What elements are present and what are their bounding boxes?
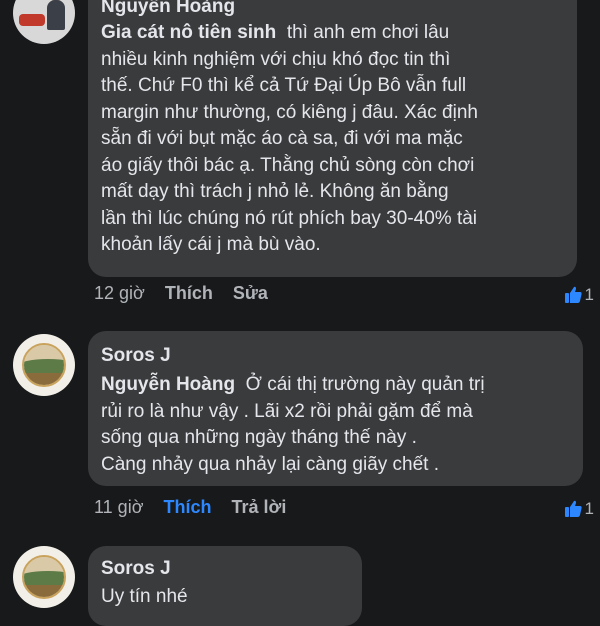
avatar[interactable]: [13, 546, 75, 608]
comment-time[interactable]: 11 giờ: [94, 497, 144, 518]
edit-button[interactable]: Sửa: [233, 283, 268, 304]
comment-actions: 12 giờ Thích Sửa: [94, 283, 288, 304]
like-count: 1: [584, 285, 594, 304]
comment-line: khoản lấy cái j mà bù vào.: [101, 234, 321, 255]
mention-link[interactable]: Nguyễn Hoàng: [101, 374, 235, 395]
thumbs-up-icon: [564, 286, 582, 303]
avatar-image: [22, 343, 66, 387]
comment-author[interactable]: Nguyễn Hoàng: [101, 0, 565, 20]
comment-line: sẵn đi với bụt mặc áo cà sa, đi với ma m…: [101, 128, 463, 149]
like-count: 1: [584, 499, 594, 518]
comment-line: sống qua những ngày tháng thế này .: [101, 427, 417, 448]
comment-line: nhiều kinh nghiệm với chịu khó đọc tin t…: [101, 48, 451, 70]
reply-button[interactable]: Trả lời: [232, 497, 287, 518]
comment-line: thế. Chứ F0 thì kể cả Tứ Đại Úp Bô vẫn f…: [101, 75, 467, 96]
avatar[interactable]: [13, 0, 75, 44]
comment-line: áo giấy thôi bác ạ. Thằng chủ sòng còn c…: [101, 154, 475, 176]
comment-author[interactable]: Soros J: [101, 556, 350, 582]
comment-time[interactable]: 12 giờ: [94, 283, 145, 304]
reaction-count[interactable]: 1: [563, 499, 594, 519]
person-image: [47, 0, 65, 30]
comment-line: margin như thường, có kiêng j đâu. Xác đ…: [101, 101, 478, 123]
comment-line: thì anh em chơi lâu: [286, 22, 450, 43]
car-image: [19, 14, 45, 26]
like-button[interactable]: Thích: [164, 497, 212, 518]
reaction-count[interactable]: 1: [563, 285, 594, 305]
thumbs-up-icon: [564, 500, 582, 517]
avatar-image: [22, 555, 66, 599]
mention-link[interactable]: Gia cát nô tiên sinh: [101, 22, 276, 43]
comment-bubble[interactable]: Soros J Nguyễn Hoàng Ở cái thị trường nà…: [88, 331, 583, 486]
comment-line: Càng nhảy qua nhảy lại càng giãy chết .: [101, 453, 440, 475]
comment-text: Nguyễn Hoàng Ở cái thị trường này quản t…: [101, 372, 571, 478]
comment-text: Uy tín nhé: [101, 584, 350, 611]
comment-actions: 11 giờ Thích Trả lời: [94, 497, 306, 518]
comment-bubble[interactable]: Soros J Uy tín nhé: [88, 546, 362, 626]
avatar[interactable]: [13, 334, 75, 396]
comment-author[interactable]: Soros J: [101, 343, 571, 369]
comment-line: lần thì lúc chúng nó rút phích bay 30-40…: [101, 207, 478, 229]
comment-bubble[interactable]: Nguyễn Hoàng Gia cát nô tiên sinh thì an…: [88, 0, 577, 277]
like-button[interactable]: Thích: [165, 283, 213, 304]
comment-text: Gia cát nô tiên sinh thì anh em chơi lâu…: [101, 20, 565, 259]
comment-line: Uy tín nhé: [101, 586, 188, 607]
comment-line: rủi ro là như vậy . Lãi x2 rồi phải gặm …: [101, 400, 473, 422]
comment-line: mất dạy thì trách j nhỏ lẻ. Không ăn bằn…: [101, 181, 449, 202]
comment-line: Ở cái thị trường này quản trị: [245, 374, 485, 395]
